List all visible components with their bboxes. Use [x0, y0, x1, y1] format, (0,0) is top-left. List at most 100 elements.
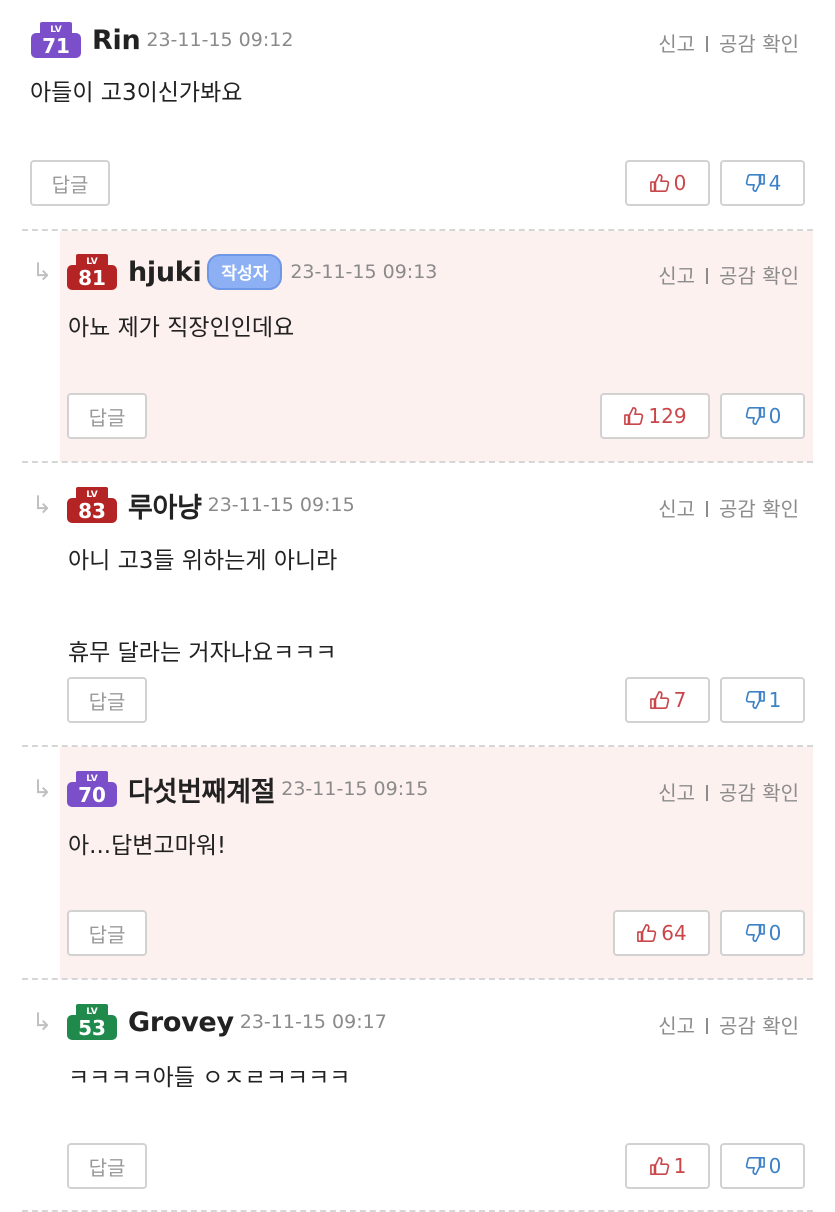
- separator: [706, 36, 709, 52]
- comment-header: LV 71 Rin 23-11-15 09:12: [30, 18, 293, 62]
- like-button[interactable]: 1: [625, 1143, 710, 1189]
- comment-line: 아뇨 제가 직장인인데요: [68, 315, 295, 341]
- separator: [706, 1018, 709, 1034]
- like-count: 1: [673, 1154, 687, 1178]
- reply-button[interactable]: 답글: [67, 393, 147, 439]
- thumbs-down-icon: [745, 924, 765, 942]
- like-count: 7: [673, 688, 687, 712]
- dislike-count: 1: [768, 688, 782, 712]
- reply-button[interactable]: 답글: [67, 1143, 147, 1189]
- timestamp: 23-11-15 09:13: [290, 261, 438, 283]
- svg-text:81: 81: [78, 266, 106, 290]
- likes-check-link[interactable]: 공감 확인: [719, 1014, 799, 1038]
- reply-arrow-icon: ↳: [32, 775, 53, 803]
- comment-header: ↳ LV 81 hjuki 작성자 23-11-15 09:13: [32, 250, 437, 294]
- thumbs-up-icon: [624, 407, 644, 425]
- separator: [706, 785, 709, 801]
- comment-header: ↳ LV 83 루아냥 23-11-15 09:15: [32, 483, 355, 527]
- reply-button[interactable]: 답글: [30, 160, 110, 206]
- svg-text:70: 70: [78, 783, 106, 807]
- separator: [706, 501, 709, 517]
- dislike-button[interactable]: 0: [720, 910, 805, 956]
- svg-text:83: 83: [78, 499, 106, 523]
- comment-actions: 신고 공감 확인: [658, 28, 799, 57]
- timestamp: 23-11-15 09:12: [146, 29, 294, 51]
- reply-arrow-icon: ↳: [32, 491, 53, 519]
- report-link[interactable]: 신고: [658, 1014, 695, 1038]
- report-link[interactable]: 신고: [658, 32, 695, 56]
- thumbs-up-icon: [649, 174, 669, 192]
- level-badge-icon: LV 70: [67, 771, 117, 807]
- comment-item: LV 71 Rin 23-11-15 09:12 신고 공감 확인 아들이 고3이…: [0, 0, 835, 231]
- dislike-count: 0: [768, 404, 782, 428]
- dislike-count: 0: [768, 921, 782, 945]
- comment-text: 아...답변고마워!: [68, 831, 226, 861]
- comment-text: 아뇨 제가 직장인인데요: [68, 313, 294, 343]
- like-button[interactable]: 64: [613, 910, 710, 956]
- thumbs-down-icon: [745, 691, 765, 709]
- likes-check-link[interactable]: 공감 확인: [719, 781, 799, 805]
- comment-reply-item: ↳ LV 83 루아냥 23-11-15 09:15 신고 공감 확인 아니 고3…: [0, 463, 835, 747]
- comment-line: 휴무 달라는 거자나요ㅋㅋㅋ: [68, 640, 337, 666]
- report-link[interactable]: 신고: [658, 781, 695, 805]
- comment-line: ㅋㅋㅋㅋ아들 ㅇㅈㄹㅋㅋㅋㅋ: [68, 1065, 351, 1091]
- timestamp: 23-11-15 09:15: [281, 778, 429, 800]
- comment-reply-item: ↳ LV 70 다섯번째계절 23-11-15 09:15 신고 공감 확인 아.…: [0, 747, 835, 980]
- reply-button[interactable]: 답글: [67, 910, 147, 956]
- comment-reply-item: ↳ LV 53 Grovey 23-11-15 09:17 신고 공감 확인 ㅋㅋ…: [0, 980, 835, 1212]
- level-badge-icon: LV 83: [67, 487, 117, 523]
- like-count: 64: [661, 921, 687, 945]
- thumbs-up-icon: [637, 924, 657, 942]
- separator: [706, 268, 709, 284]
- thumbs-down-icon: [745, 1157, 765, 1175]
- nickname[interactable]: 루아냥: [128, 486, 202, 525]
- nickname[interactable]: Rin: [92, 25, 141, 56]
- level-badge-icon: LV 53: [67, 1004, 117, 1040]
- comment-header: ↳ LV 70 다섯번째계절 23-11-15 09:15: [32, 767, 428, 811]
- dislike-count: 0: [768, 1154, 782, 1178]
- comment-actions: 신고 공감 확인: [658, 260, 799, 289]
- level-badge-icon: LV 81: [67, 254, 117, 290]
- timestamp: 23-11-15 09:15: [207, 494, 355, 516]
- dislike-button[interactable]: 4: [720, 160, 805, 206]
- comment-line: 아들이 고3이신가봐요: [30, 80, 243, 106]
- like-button[interactable]: 129: [600, 393, 710, 439]
- dislike-button[interactable]: 0: [720, 393, 805, 439]
- comment-line: 아...답변고마워!: [68, 833, 227, 859]
- thumbs-down-icon: [745, 407, 765, 425]
- svg-text:53: 53: [78, 1016, 106, 1040]
- comment-text: 아니 고3들 위하는게 아니라 휴무 달라는 거자나요ㅋㅋㅋ: [68, 546, 337, 668]
- comment-actions: 신고 공감 확인: [658, 1010, 799, 1039]
- comment-text: 아들이 고3이신가봐요: [30, 78, 242, 108]
- thumbs-down-icon: [745, 174, 765, 192]
- likes-check-link[interactable]: 공감 확인: [719, 32, 799, 56]
- timestamp: 23-11-15 09:17: [239, 1011, 387, 1033]
- report-link[interactable]: 신고: [658, 497, 695, 521]
- like-count: 0: [673, 171, 687, 195]
- comment-actions: 신고 공감 확인: [658, 777, 799, 806]
- comment-actions: 신고 공감 확인: [658, 493, 799, 522]
- like-count: 129: [648, 404, 687, 428]
- comment-line: 아니 고3들 위하는게 아니라: [68, 548, 338, 574]
- level-badge-icon: LV 71: [31, 22, 81, 58]
- dislike-button[interactable]: 0: [720, 1143, 805, 1189]
- author-badge: 작성자: [207, 254, 283, 290]
- reply-arrow-icon: ↳: [32, 258, 53, 286]
- comment-text: ㅋㅋㅋㅋ아들 ㅇㅈㄹㅋㅋㅋㅋ: [68, 1063, 350, 1093]
- dislike-button[interactable]: 1: [720, 677, 805, 723]
- reply-arrow-icon: ↳: [32, 1008, 53, 1036]
- likes-check-link[interactable]: 공감 확인: [719, 497, 799, 521]
- nickname[interactable]: hjuki: [128, 257, 202, 288]
- thumbs-up-icon: [649, 691, 669, 709]
- likes-check-link[interactable]: 공감 확인: [719, 264, 799, 288]
- like-button[interactable]: 0: [625, 160, 710, 206]
- comment-reply-item: ↳ LV 81 hjuki 작성자 23-11-15 09:13 신고 공감 확인…: [0, 231, 835, 463]
- nickname[interactable]: Grovey: [128, 1007, 234, 1038]
- reply-button[interactable]: 답글: [67, 677, 147, 723]
- dislike-count: 4: [768, 171, 782, 195]
- svg-text:71: 71: [42, 34, 70, 58]
- comment-header: ↳ LV 53 Grovey 23-11-15 09:17: [32, 1000, 387, 1044]
- report-link[interactable]: 신고: [658, 264, 695, 288]
- nickname[interactable]: 다섯번째계절: [128, 770, 276, 809]
- like-button[interactable]: 7: [625, 677, 710, 723]
